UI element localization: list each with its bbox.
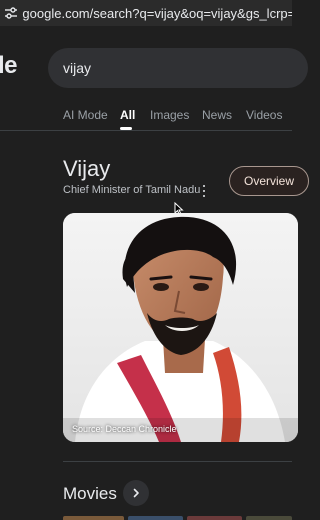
tabs-divider	[0, 130, 292, 131]
entity-photo[interactable]: Source: Deccan Chronicle	[63, 213, 298, 442]
search-tabs: AI Mode All Images News Videos	[0, 100, 292, 130]
entity-subtitle: Chief Minister of Tamil Nadu	[63, 184, 201, 196]
entity-title: Vijay	[63, 156, 111, 181]
movies-heading[interactable]: Movies	[63, 484, 117, 504]
movie-poster[interactable]	[63, 516, 124, 520]
address-bar[interactable]: google.com/search?q=vijay&oq=vijay&gs_lc…	[0, 0, 292, 26]
tab-all[interactable]: All	[120, 108, 135, 122]
google-logo[interactable]: le	[0, 52, 18, 80]
more-vert-icon[interactable]	[200, 184, 208, 198]
url-text[interactable]: google.com/search?q=vijay&oq=vijay&gs_lc…	[22, 6, 292, 21]
tab-ai-mode[interactable]: AI Mode	[63, 108, 108, 122]
tab-videos[interactable]: Videos	[246, 108, 282, 122]
movie-poster[interactable]	[127, 516, 183, 520]
movie-poster[interactable]	[245, 516, 292, 520]
image-source-caption: Source: Deccan Chronicle	[72, 424, 177, 434]
search-box[interactable]: vijay	[48, 48, 308, 88]
search-input[interactable]: vijay	[63, 60, 91, 76]
overview-label: Overview	[244, 174, 295, 188]
overview-chip[interactable]: Overview	[229, 166, 309, 196]
tab-news[interactable]: News	[202, 108, 232, 122]
movie-poster[interactable]	[186, 516, 242, 520]
tune-icon[interactable]	[4, 4, 18, 22]
section-divider	[63, 461, 292, 462]
tab-images[interactable]: Images	[150, 108, 189, 122]
movie-posters-row	[63, 516, 292, 520]
chevron-right-icon[interactable]	[123, 480, 149, 506]
